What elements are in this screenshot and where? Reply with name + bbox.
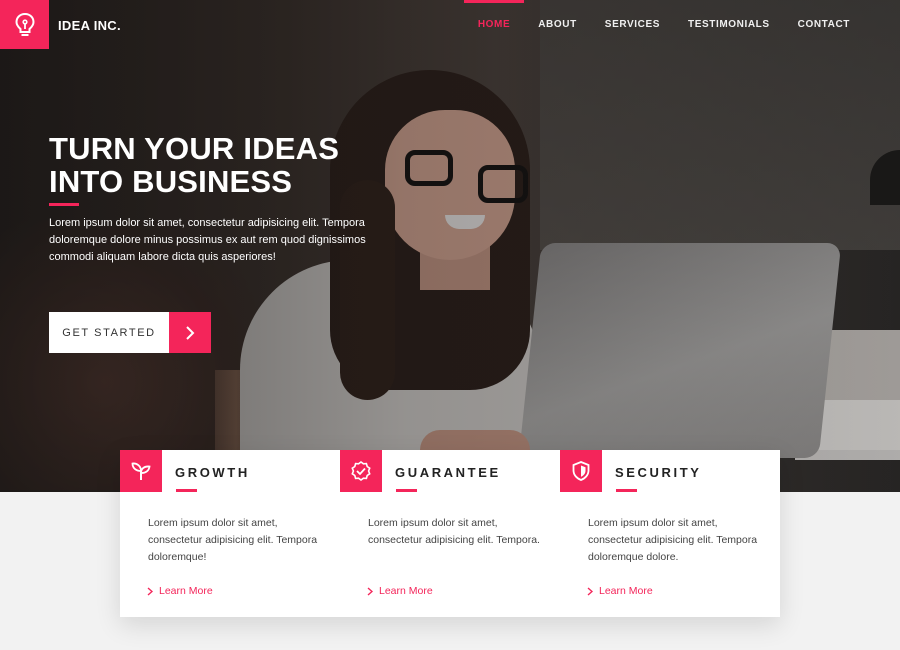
chevron-right-icon [587, 586, 593, 596]
learn-more-link[interactable]: Learn More [587, 585, 653, 597]
feature-guarantee: GUARANTEE Lorem ipsum dolor sit amet, co… [340, 450, 560, 617]
feature-description: Lorem ipsum dolor sit amet, consectetur … [368, 517, 540, 546]
chevron-right-icon[interactable] [169, 312, 211, 353]
nav-about[interactable]: ABOUT [524, 0, 591, 49]
nav-home[interactable]: HOME [463, 0, 525, 49]
feature-description: Lorem ipsum dolor sit amet, consectetur … [148, 517, 318, 563]
badge-check-icon [340, 450, 382, 492]
learn-more-label[interactable]: Learn More [379, 585, 433, 597]
hero-title-line-2: INTO BUSINESS [49, 164, 293, 199]
feature-underline [616, 489, 637, 492]
hero-description: Lorem ipsum dolor sit amet, consectetur … [49, 217, 366, 263]
feature-underline [396, 489, 417, 492]
learn-more-link[interactable]: Learn More [367, 585, 433, 597]
chevron-right-icon [147, 586, 153, 596]
hero-title-line-1: TURN YOUR IDEAS [49, 131, 340, 166]
feature-title: GROWTH [175, 465, 250, 480]
nav-contact[interactable]: CONTACT [784, 0, 864, 49]
logo-button[interactable] [0, 0, 49, 49]
learn-more-label[interactable]: Learn More [159, 585, 213, 597]
nav-testimonials[interactable]: TESTIMONIALS [674, 0, 784, 49]
feature-title: SECURITY [615, 465, 702, 480]
feature-description: Lorem ipsum dolor sit amet, consectetur … [588, 517, 758, 563]
feature-underline [176, 489, 197, 492]
hero-title-underline [49, 203, 79, 206]
get-started-button[interactable]: GET STARTED [49, 312, 211, 353]
features-card: GROWTH Lorem ipsum dolor sit amet, conse… [120, 450, 780, 617]
hero-title: TURN YOUR IDEAS INTO BUSINESS [49, 132, 409, 198]
chevron-right-icon [367, 586, 373, 596]
feature-security: SECURITY Lorem ipsum dolor sit amet, con… [560, 450, 780, 617]
get-started-label[interactable]: GET STARTED [49, 312, 169, 353]
brand-name[interactable]: IDEA INC. [58, 18, 121, 33]
sprout-icon [120, 450, 162, 492]
shield-icon [560, 450, 602, 492]
learn-more-label[interactable]: Learn More [599, 585, 653, 597]
feature-growth: GROWTH Lorem ipsum dolor sit amet, conse… [120, 450, 340, 617]
main-nav: HOME ABOUT SERVICES TESTIMONIALS CONTACT [463, 0, 864, 49]
lightbulb-icon [14, 12, 35, 36]
feature-title: GUARANTEE [395, 465, 501, 480]
nav-services[interactable]: SERVICES [591, 0, 674, 49]
learn-more-link[interactable]: Learn More [147, 585, 213, 597]
